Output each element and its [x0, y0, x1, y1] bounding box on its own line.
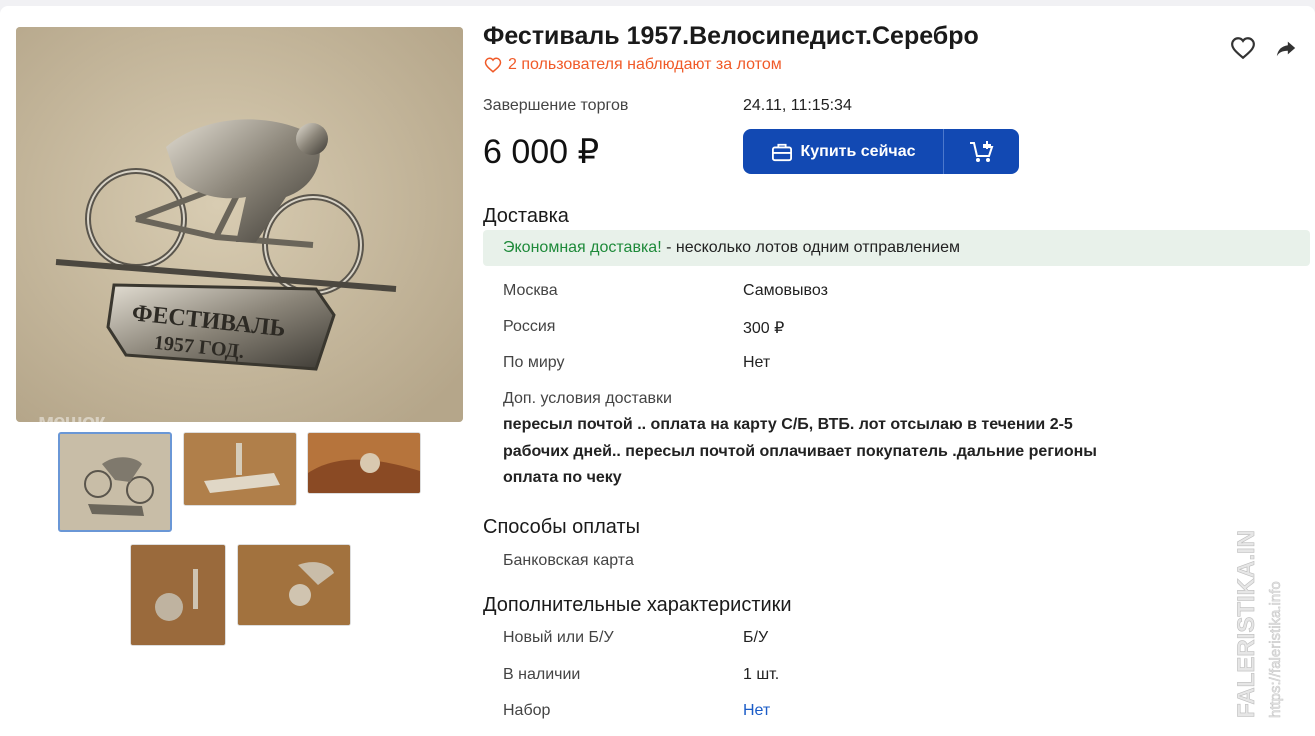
- delivery-extra-text: пересыл почтой .. оплата на карту С/Б, В…: [503, 416, 1097, 486]
- buy-group: Купить сейчас: [743, 129, 1019, 174]
- delivery-extra-label: Доп. условия доставки: [503, 390, 672, 407]
- characteristic-label: Новый или Б/У: [503, 629, 614, 646]
- thumbnail-image: [184, 433, 296, 505]
- thumbnail-image: [60, 434, 170, 530]
- site-watermark: FALERISTIKA.INFO https://faleristika.inf…: [1233, 530, 1285, 718]
- delivery-region-value: Нет: [743, 354, 771, 371]
- economy-description: - несколько лотов одним отправлением: [661, 239, 961, 256]
- main-photo[interactable]: ФЕСТИВАЛЬ 1957 ГОД. мешок: [16, 27, 463, 422]
- buy-now-label: Купить сейчас: [800, 142, 916, 160]
- heart-outline-icon: [484, 57, 502, 73]
- watchers-info[interactable]: 2 пользователя наблюдают за лотом: [484, 56, 782, 74]
- share-icon: [1276, 41, 1296, 57]
- characteristic-value: 1 шт.: [743, 666, 780, 683]
- lot-title: Фестиваль 1957.Велосипедист.Серебро: [483, 22, 979, 50]
- thumbnail-image: [308, 433, 420, 493]
- characteristics-heading: Дополнительные характеристики: [483, 594, 792, 616]
- buy-now-button[interactable]: Купить сейчас: [743, 129, 944, 174]
- cart-add-icon: [969, 140, 993, 162]
- thumbnail-2[interactable]: [183, 432, 297, 506]
- thumbnail-4[interactable]: [130, 544, 226, 646]
- lot-price: 6 000 ₽: [483, 133, 600, 171]
- characteristic-label: В наличии: [503, 666, 581, 683]
- auction-end-label: Завершение торгов: [483, 97, 629, 114]
- delivery-region-label: Россия: [503, 318, 556, 335]
- watchers-text: 2 пользователя наблюдают за лотом: [508, 56, 782, 73]
- auction-end-value: 24.11, 11:15:34: [743, 97, 852, 114]
- payment-heading: Способы оплаты: [483, 516, 640, 538]
- favorite-button[interactable]: [1230, 35, 1256, 61]
- delivery-region-label: По миру: [503, 354, 565, 371]
- delivery-region-value: Самовывоз: [743, 282, 828, 299]
- watermark-line-1: FALERISTIKA.INFO: [1233, 530, 1260, 718]
- thumbnail-5[interactable]: [237, 544, 351, 626]
- delivery-heading: Доставка: [483, 205, 569, 227]
- heart-icon: [1231, 37, 1255, 60]
- badge-photo: ФЕСТИВАЛЬ 1957 ГОД.: [16, 27, 463, 422]
- thumbnail-image: [238, 545, 350, 625]
- economy-highlight[interactable]: Экономная доставка!: [503, 239, 662, 256]
- thumbnail-3[interactable]: [307, 432, 421, 494]
- photo-watermark: мешок: [38, 409, 105, 422]
- characteristic-value: Б/У: [743, 629, 769, 646]
- share-button[interactable]: [1273, 35, 1299, 61]
- add-to-cart-button[interactable]: [944, 129, 1019, 174]
- briefcase-icon: [771, 143, 792, 161]
- delivery-region-label: Москва: [503, 282, 558, 299]
- delivery-region-value: 300 ₽: [743, 320, 785, 337]
- thumbnail-1[interactable]: [58, 432, 172, 532]
- watermark-line-2: https://faleristika.info: [1267, 581, 1284, 718]
- economy-delivery-banner: Экономная доставка! - несколько лотов од…: [483, 230, 1310, 266]
- characteristic-label: Набор: [503, 702, 551, 719]
- payment-method: Банковская карта: [503, 552, 634, 569]
- thumbnail-image: [131, 545, 225, 645]
- characteristic-link-value[interactable]: Нет: [743, 702, 770, 720]
